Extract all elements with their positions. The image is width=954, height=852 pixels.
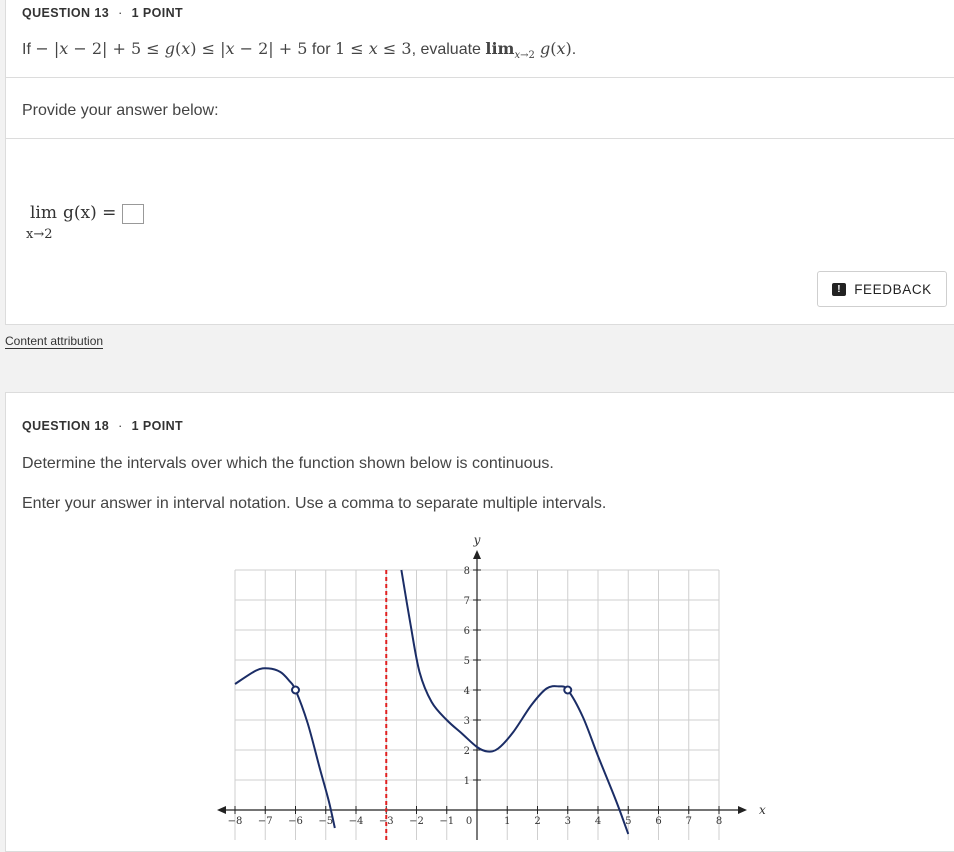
lim-subscript: x→2 bbox=[26, 227, 53, 242]
y-tick-label: 6 bbox=[464, 626, 470, 637]
curve-left-branch bbox=[234, 667, 336, 829]
open-point bbox=[563, 685, 573, 695]
feedback-button[interactable]: ! FEEDBACK bbox=[817, 271, 947, 307]
x-axis-label: x bbox=[759, 803, 766, 817]
limit-expression: lim g(x) = x→2 bbox=[26, 203, 145, 242]
x-tick-label: 2 bbox=[534, 816, 540, 827]
feedback-icon: ! bbox=[832, 282, 847, 296]
answer-prompt: Provide your answer below: bbox=[22, 102, 219, 119]
x-tick-label: 7 bbox=[686, 816, 692, 827]
x-tick-label: −8 bbox=[228, 816, 243, 827]
question-points: 1 POINT bbox=[131, 6, 184, 20]
graph-axes bbox=[217, 550, 747, 840]
y-tick-label: 8 bbox=[464, 566, 470, 577]
answer-input[interactable] bbox=[122, 203, 145, 224]
y-tick-label: 3 bbox=[464, 716, 470, 727]
x-tick-label: −1 bbox=[439, 816, 454, 827]
x-tick-label: 1 bbox=[504, 816, 510, 827]
open-point bbox=[291, 685, 300, 695]
lim-word: lim bbox=[30, 203, 57, 223]
y-tick-label: 7 bbox=[464, 596, 470, 607]
divider bbox=[6, 77, 954, 78]
question-header: QUESTION 18 · 1 POINT bbox=[22, 419, 184, 433]
function-graph: −8 −7 −6 −5 −4 −3 −2 −1 0 1 2 3 4 5 6 7 812345678 x y bbox=[217, 533, 766, 840]
content-attribution-link[interactable]: Content attribution bbox=[5, 334, 104, 349]
divider bbox=[6, 138, 954, 139]
question-18-instructions: Enter your answer in interval notation. … bbox=[22, 495, 607, 512]
x-tick-label: −4 bbox=[349, 816, 364, 827]
question-number: QUESTION 18 bbox=[22, 419, 110, 433]
question-18-text: Determine the intervals over which the f… bbox=[22, 455, 554, 472]
x-tick-label: 3 bbox=[565, 816, 571, 827]
curve-right-branch bbox=[400, 569, 630, 835]
graph-ticks: −8 −7 −6 −5 −4 −3 −2 −1 0 1 2 3 4 5 6 7 812345678 bbox=[228, 566, 723, 827]
y-tick-label: 4 bbox=[464, 686, 470, 697]
x-tick-label: −2 bbox=[409, 816, 424, 827]
y-axis-arrow-up bbox=[473, 550, 481, 559]
question-points: 1 POINT bbox=[131, 419, 184, 433]
x-axis-arrow-right bbox=[738, 806, 747, 814]
question-13-card: QUESTION 13 · 1 POINT If − |x − 2| + 5 ≤ g… bbox=[5, 0, 954, 325]
lim-function: g(x) = bbox=[63, 203, 117, 223]
x-axis-arrow-left bbox=[217, 806, 226, 814]
y-tick-label: 5 bbox=[464, 656, 470, 667]
x-tick-label: −7 bbox=[258, 816, 273, 827]
x-tick-label: 0 bbox=[466, 816, 472, 827]
x-tick-label: 4 bbox=[595, 816, 601, 827]
question-number: QUESTION 13 bbox=[22, 6, 110, 20]
question-13-text: If − |x − 2| + 5 ≤ g(x) ≤ |x − 2| + 5 fo… bbox=[22, 39, 577, 62]
y-tick-label: 2 bbox=[464, 746, 470, 757]
y-tick-label: 1 bbox=[464, 776, 470, 787]
x-tick-label: −6 bbox=[288, 816, 303, 827]
question-header: QUESTION 13 · 1 POINT bbox=[22, 6, 184, 20]
x-tick-label: 8 bbox=[716, 816, 722, 827]
feedback-label: FEEDBACK bbox=[854, 281, 932, 297]
x-tick-label: 6 bbox=[655, 816, 661, 827]
y-axis-label: y bbox=[473, 533, 481, 547]
x-tick-label: −5 bbox=[318, 816, 333, 827]
